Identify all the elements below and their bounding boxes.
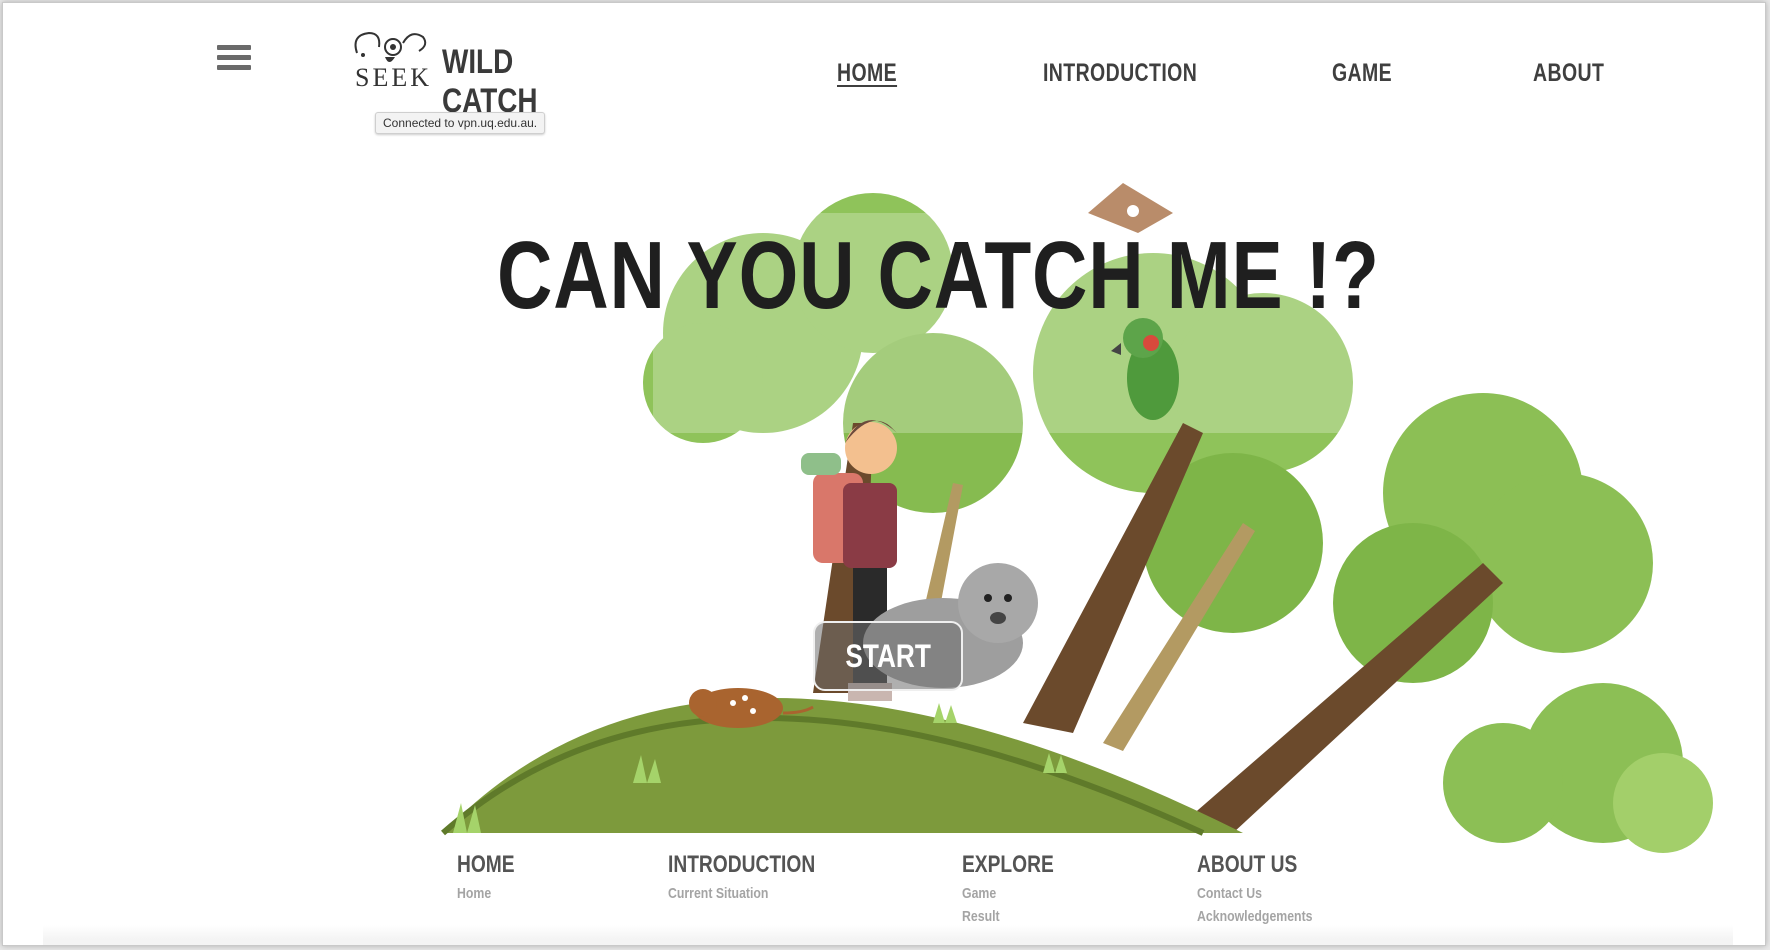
footer-link-result[interactable]: Result	[962, 908, 1056, 925]
footer-link-game[interactable]: Game	[962, 885, 1056, 902]
footer-col-introduction: INTRODUCTION Current Situation	[668, 851, 852, 902]
footer-col-about-us: ABOUT US Contact Us Acknowledgements	[1197, 851, 1338, 925]
footer-link-contact-us[interactable]: Contact Us	[1197, 885, 1313, 902]
footer-link-home[interactable]: Home	[457, 885, 516, 902]
parrot-figure	[1111, 318, 1179, 420]
hamburger-menu-icon[interactable]	[217, 45, 251, 75]
hero-title: CAN YOU CATCH ME !?	[497, 222, 1380, 329]
footer-heading: INTRODUCTION	[668, 851, 816, 878]
nav-about[interactable]: ABOUT	[1533, 59, 1604, 88]
footer-heading: HOME	[457, 851, 515, 878]
nav-home[interactable]: HOME	[837, 59, 897, 88]
footer-fade	[43, 925, 1733, 945]
footer-col-explore: EXPLORE Game Result	[962, 851, 1077, 925]
footer-link-current-situation[interactable]: Current Situation	[668, 885, 819, 902]
footer-heading: EXPLORE	[962, 851, 1054, 878]
footer-col-home: HOME Home	[457, 851, 529, 902]
nav-game[interactable]: GAME	[1332, 59, 1392, 88]
site-logo[interactable]: SEEK WILD CATCH	[347, 25, 607, 120]
vpn-tooltip: Connected to vpn.uq.edu.au.	[375, 112, 546, 134]
grassy-hill	[443, 698, 1243, 833]
quoll-figure	[689, 688, 814, 728]
hero-illustration	[441, 183, 1713, 853]
start-button[interactable]: START	[813, 621, 963, 691]
start-label: START	[845, 638, 931, 674]
footer-link-acknowledgements[interactable]: Acknowledgements	[1197, 908, 1313, 925]
browser-page: SEEK WILD CATCH Connected to vpn.uq.edu.…	[2, 2, 1766, 946]
footer-heading: ABOUT US	[1197, 851, 1298, 878]
logo-seek-text: SEEK	[355, 63, 432, 92]
logo-title: WILD CATCH	[442, 43, 538, 120]
nav-introduction[interactable]: INTRODUCTION	[1043, 59, 1197, 88]
